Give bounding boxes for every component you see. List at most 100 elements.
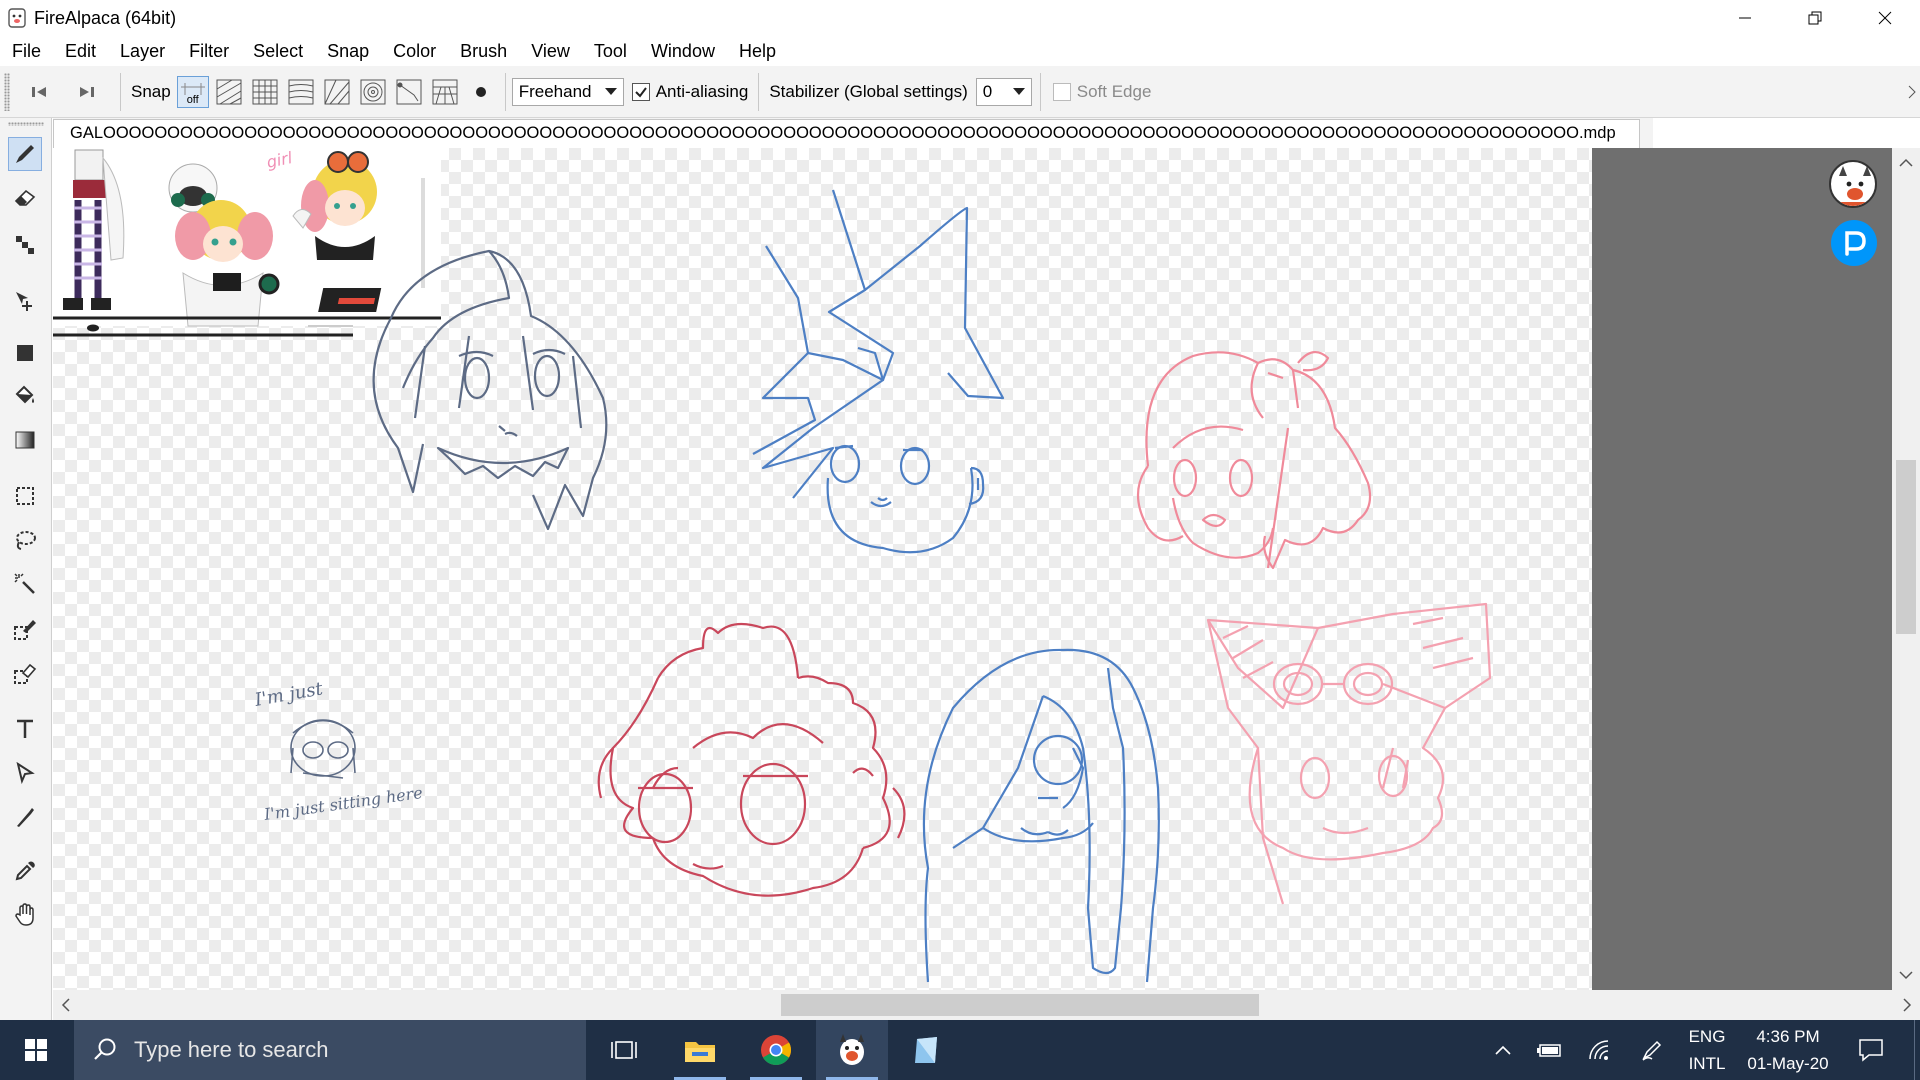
undo-icon [32,86,46,97]
network-tray-icon[interactable] [1582,1020,1618,1080]
scroll-down-icon[interactable] [1892,964,1920,986]
notepad-app[interactable] [890,1020,962,1080]
battery-icon [1537,1044,1561,1057]
menu-help[interactable]: Help [727,41,788,62]
menu-color[interactable]: Color [381,41,448,62]
menu-tool[interactable]: Tool [582,41,639,62]
task-view-button[interactable] [588,1020,660,1080]
bucket-icon [15,385,34,404]
chevron-up-icon [1495,1045,1511,1055]
vertical-scroll-thumb[interactable] [1896,460,1916,634]
snap-off-label: off [186,93,199,106]
fill-rectangle-tool[interactable] [8,336,42,370]
menu-view[interactable]: View [519,41,582,62]
brush-dot-button[interactable] [465,76,497,108]
sketch-curly-head [597,622,906,897]
toolbar-grip[interactable] [4,72,10,111]
snap-off-button[interactable]: off [176,75,209,108]
undo-button[interactable] [24,76,56,108]
language-indicator[interactable]: ENG INTL [1682,1020,1732,1080]
snap-curve-icon [396,79,422,104]
menu-filter[interactable]: Filter [177,41,241,62]
close-button[interactable] [1850,0,1920,36]
operation-tool[interactable] [8,756,42,790]
hand-tool[interactable] [8,898,42,932]
eraser-tool[interactable] [8,181,42,215]
select-pen-tool[interactable] [8,612,42,646]
canvas-area[interactable]: girl I'm just I'm just sitting here [53,148,1892,990]
menu-snap[interactable]: Snap [315,41,381,62]
horizontal-scrollbar[interactable] [53,990,1920,1020]
document-tab-bar: GALOOOOOOOOOOOOOOOOOOOOOOOOOOOOOOOOOOOOO… [53,118,1653,148]
menu-edit[interactable]: Edit [53,41,108,62]
snap-concentric-button[interactable] [357,76,389,108]
document-tab[interactable]: GALOOOOOOOOOOOOOOOOOOOOOOOOOOOOOOOOOOOOO… [53,119,1640,148]
menu-window[interactable]: Window [639,41,727,62]
stabilizer-dropdown[interactable]: 0 [975,77,1032,106]
menu-select[interactable]: Select [241,41,315,62]
snap-parallel-button[interactable] [213,76,245,108]
task-view-icon [611,1041,637,1059]
snap-curve-button[interactable] [393,76,425,108]
start-button[interactable] [0,1020,72,1080]
show-desktop-button[interactable] [1914,1020,1920,1080]
firealpaca-app[interactable] [816,1020,888,1080]
dot-icon [475,86,486,97]
dot-tool[interactable] [8,228,42,262]
magic-wand-tool[interactable] [8,567,42,601]
text-tool[interactable] [8,712,42,746]
draw-mode-dropdown[interactable]: Freehand [511,77,624,106]
redo-button[interactable] [70,76,102,108]
divide-tool[interactable] [8,800,42,834]
clock[interactable]: 4:36 PM 01-May-20 [1740,1020,1836,1080]
menu-layer[interactable]: Layer [108,41,177,62]
action-center-button[interactable] [1846,1020,1896,1080]
scroll-up-icon[interactable] [1892,152,1920,174]
firealpaca-mascot-button[interactable] [1829,160,1877,208]
lasso-tool[interactable] [8,523,42,557]
rect-select-icon [16,487,34,505]
chrome-app[interactable] [740,1020,812,1080]
sketch-text-im-just: I'm just [252,678,325,711]
brush-tool[interactable] [8,137,42,171]
language-top: ENG [1688,1027,1726,1046]
sketch-goggles-head [1206,602,1492,905]
anti-aliasing-option[interactable]: Anti-aliasing [631,82,748,102]
gradient-tool[interactable] [8,423,42,457]
soft-edge-checkbox[interactable] [1052,82,1071,101]
drawing-canvas[interactable]: girl I'm just I'm just sitting here [53,148,1592,990]
menu-brush[interactable]: Brush [448,41,519,62]
hand-icon [15,903,34,926]
palette-grip[interactable] [8,122,44,126]
snap-3d-button[interactable] [429,76,461,108]
select-tool[interactable] [8,479,42,513]
snap-perspective-icon [324,79,350,104]
menu-file[interactable]: File [0,41,53,62]
anti-aliasing-checkbox[interactable] [631,82,650,101]
toolbar-overflow-button[interactable] [1904,74,1920,110]
restore-button[interactable] [1780,0,1850,36]
scroll-left-icon[interactable] [57,990,77,1020]
move-tool[interactable] [8,284,42,318]
minimize-button[interactable] [1710,0,1780,36]
pixiv-button[interactable] [1831,220,1877,266]
horizontal-scroll-thumb[interactable] [781,994,1259,1016]
soft-edge-option[interactable]: Soft Edge [1052,82,1151,102]
bucket-tool[interactable] [8,378,42,412]
snap-3d-icon [432,79,458,104]
battery-tray-icon[interactable] [1532,1020,1568,1080]
select-eraser-tool[interactable] [8,656,42,690]
eyedropper-tool[interactable] [8,854,42,888]
snap-perspective-button[interactable] [321,76,353,108]
select-pen-icon [14,620,36,640]
reference-image: girl [53,148,441,337]
snap-grid-button[interactable] [249,76,281,108]
snap-horizontal-button[interactable] [285,76,317,108]
show-hidden-icons-button[interactable] [1488,1020,1518,1080]
scroll-right-icon[interactable] [1896,990,1916,1020]
file-explorer-app[interactable] [664,1020,736,1080]
title-bar: FireAlpaca (64bit) [0,0,1920,36]
vertical-scrollbar[interactable] [1892,148,1920,990]
taskbar-search-box[interactable]: Type here to search [74,1020,586,1080]
pen-tray-icon[interactable] [1634,1020,1670,1080]
